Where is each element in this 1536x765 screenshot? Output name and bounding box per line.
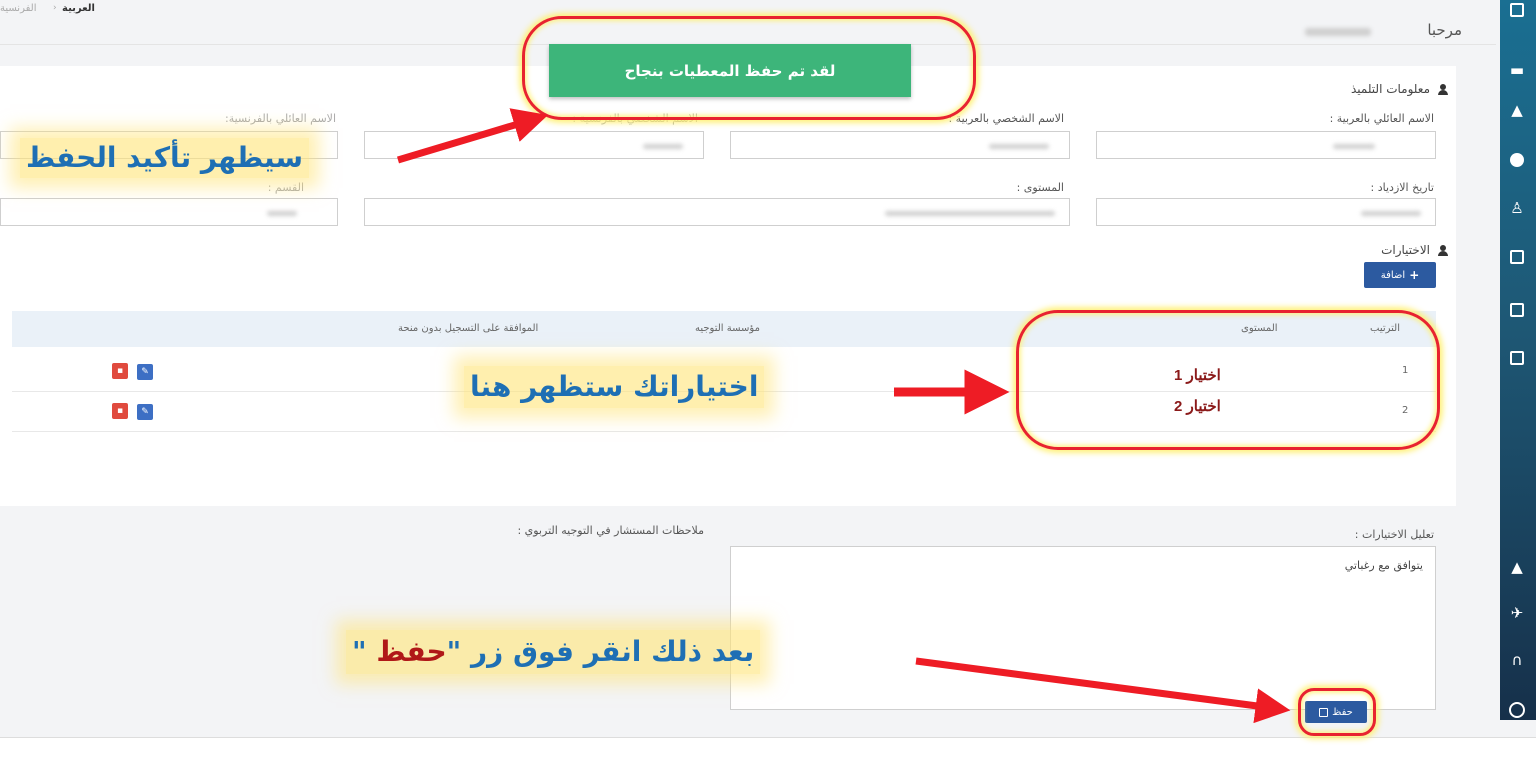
save-highlight xyxy=(1298,688,1376,736)
level-label: المستوى : xyxy=(1016,181,1064,194)
footer-bar xyxy=(0,737,1536,765)
side-nav: ▬ ▲ ♙ ▲ ✈ ∩ xyxy=(1500,0,1536,720)
callout-click-save: بعد ذلك انقر فوق زر "حفظ " xyxy=(346,630,761,674)
col-institution: مؤسسة التوجيه xyxy=(695,323,760,334)
callout-click-save-word: حفظ xyxy=(376,635,447,668)
trash-icon: ▪ xyxy=(116,406,124,416)
headset-icon[interactable]: ∩ xyxy=(1507,650,1527,670)
school-icon[interactable]: ▲ xyxy=(1507,100,1527,120)
add-choice-button[interactable]: + اضافة xyxy=(1364,262,1436,288)
choices-highlight xyxy=(1016,310,1440,450)
justification-text: يتوافق مع رغباتي xyxy=(1344,559,1423,572)
user-icon xyxy=(1438,84,1448,95)
callout-choices-here: اختياراتك ستظهر هنا xyxy=(464,366,765,408)
edit-icon: ✎ xyxy=(141,407,149,417)
counselor-notes-label: ملاحظات المستشار في التوجيه التربوي : xyxy=(517,524,704,537)
add-choice-label: اضافة xyxy=(1380,269,1406,281)
section-label: القسم : xyxy=(267,181,304,194)
first-name-ar-field[interactable] xyxy=(730,131,1070,159)
row1-edit-button[interactable]: ✎ xyxy=(137,364,153,380)
choices-title: الاختيارات xyxy=(1381,243,1430,257)
birth-date-label: تاريخ الازدياد : xyxy=(1370,181,1434,194)
birth-date-field[interactable] xyxy=(1096,198,1436,226)
calendar-icon[interactable] xyxy=(1507,348,1527,368)
user-circle-icon[interactable] xyxy=(1507,700,1527,720)
user-icon xyxy=(1438,245,1448,256)
user-name-redacted xyxy=(1305,28,1371,36)
section-field[interactable] xyxy=(0,198,338,226)
callout-click-save-prefix: بعد ذلك انقر فوق زر " xyxy=(446,635,755,668)
row2-delete-button[interactable]: ▪ xyxy=(112,403,128,419)
level-field[interactable] xyxy=(364,198,1070,226)
callout-click-save-suffix: " xyxy=(352,635,377,668)
graduation-icon[interactable]: ♙ xyxy=(1507,198,1527,218)
callout-save-confirmation: سيظهر تأكيد الحفظ xyxy=(20,138,309,178)
trash-icon: ▪ xyxy=(116,366,124,376)
plane-icon[interactable]: ✈ xyxy=(1507,603,1527,623)
plus-icon: + xyxy=(1409,268,1420,282)
lang-french-link[interactable]: الفرنسية xyxy=(0,3,36,14)
first-name-ar-label: الاسم الشخصي بالعربية : xyxy=(948,112,1064,125)
row2-edit-button[interactable]: ✎ xyxy=(137,404,153,420)
compass-icon[interactable] xyxy=(1507,150,1527,170)
family-name-ar-label: الاسم العائلي بالعربية : xyxy=(1329,112,1434,125)
bell-icon[interactable]: ▲ xyxy=(1507,557,1527,577)
dashboard-icon[interactable] xyxy=(1507,0,1527,20)
edit-icon: ✎ xyxy=(141,367,149,377)
first-name-fr-field[interactable] xyxy=(364,131,704,159)
justification-textarea[interactable]: يتوافق مع رغباتي xyxy=(730,546,1436,710)
toast-highlight xyxy=(522,16,976,120)
student-info-title: معلومات التلميذ xyxy=(1350,82,1430,96)
family-name-fr-label: الاسم العائلي بالفرنسية: xyxy=(225,112,336,125)
justification-label: تعليل الاختيارات : xyxy=(1354,528,1434,541)
calendar-icon[interactable] xyxy=(1507,300,1527,320)
col-approval: الموافقة على التسجيل بدون منحة xyxy=(398,323,539,334)
family-name-ar-field[interactable] xyxy=(1096,131,1436,159)
row1-delete-button[interactable]: ▪ xyxy=(112,363,128,379)
lang-arabic-link[interactable]: العربية xyxy=(62,3,95,14)
lang-separator: › xyxy=(53,3,57,13)
calendar-icon[interactable] xyxy=(1507,247,1527,267)
welcome-text: مرحبا xyxy=(1427,21,1462,39)
book-icon[interactable]: ▬ xyxy=(1507,60,1527,80)
